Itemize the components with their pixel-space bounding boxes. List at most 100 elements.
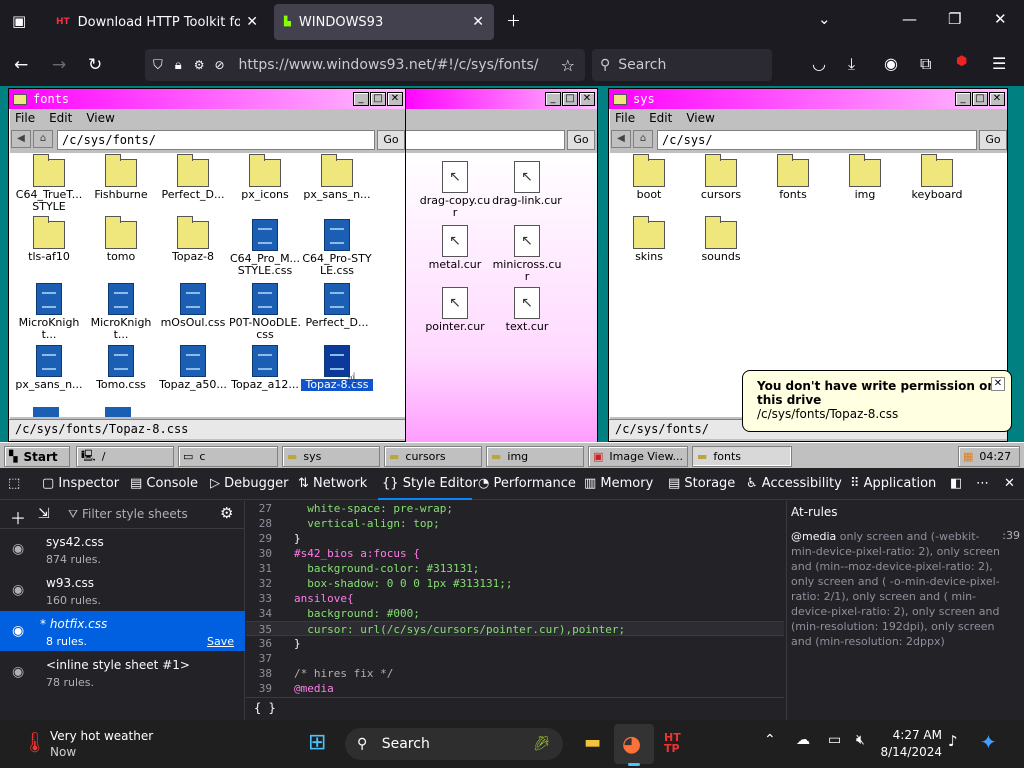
menu-edit[interactable]: Edit <box>649 111 672 125</box>
shield-icon[interactable]: ⛉ <box>153 58 163 73</box>
taskbar-item-image-viewer[interactable]: ▣ Image View... <box>588 446 688 467</box>
file-item[interactable]: Fishburne <box>85 154 157 201</box>
rss-icon[interactable]: ▦ <box>963 450 973 463</box>
tab-list-icon[interactable]: ▣ <box>12 12 26 30</box>
save-link[interactable]: Save <box>207 635 234 648</box>
menu-icon[interactable]: ☰ <box>992 54 1006 73</box>
chevron-up-icon[interactable]: ⌃ <box>764 732 776 748</box>
window-titlebar[interactable]: sys <box>609 89 1007 109</box>
http-toolkit-icon[interactable]: HT TP <box>664 732 681 754</box>
more-options-icon[interactable]: ⋯ <box>976 476 989 491</box>
back-icon[interactable]: ← <box>14 55 28 75</box>
sheet-inline[interactable]: ◉ <inline style sheet #1> 78 rules. <box>0 652 245 692</box>
extensions-icon[interactable]: ⧉ <box>920 54 931 74</box>
file-item[interactable]: Topaz_a12... <box>229 345 301 391</box>
menu-edit[interactable]: Edit <box>49 111 72 125</box>
css-editor[interactable]: 27 white-space: pre-wrap; 28 vertical-al… <box>246 501 784 695</box>
bell-icon[interactable]: ♪ <box>948 732 958 750</box>
tab-network[interactable]: ⇅ Network <box>298 476 367 491</box>
maximize-icon[interactable]: □ <box>562 92 578 106</box>
file-item[interactable]: ↖ drag-link.cur <box>491 161 563 207</box>
lock-icon[interactable]: 🔒︎ <box>175 58 182 73</box>
windows-search-box[interactable]: ⚲ Search 🌽︎ <box>345 728 563 760</box>
file-item[interactable]: ↖ drag-copy.cur <box>419 161 491 219</box>
folder-item[interactable]: keyboard <box>901 154 973 201</box>
new-tab-icon[interactable]: ＋ <box>506 10 521 31</box>
go-button[interactable]: Go <box>377 130 405 150</box>
new-sheet-icon[interactable]: ＋ <box>10 505 26 529</box>
minimize-icon[interactable]: — <box>902 10 917 28</box>
url-text[interactable]: https://www.windows93.net/#!/c/sys/fonts… <box>239 57 539 73</box>
file-item[interactable]: px_sans_n... <box>13 345 85 391</box>
mute-icon[interactable]: 🔇︎ <box>856 732 865 748</box>
permissions-icon[interactable]: ⚙ <box>194 58 205 72</box>
menu-view[interactable]: View <box>86 111 114 125</box>
weather-title[interactable]: Very hot weather <box>50 729 153 743</box>
file-item[interactable]: P0T-NOoDLE.css <box>229 283 301 341</box>
sheet-w93[interactable]: ◉ w93.css 160 rules. <box>0 570 245 610</box>
folder-item[interactable]: fonts <box>757 154 829 201</box>
file-item[interactable]: C64_Pro_M... STYLE.css <box>229 219 301 277</box>
file-explorer-icon[interactable]: ▬ <box>584 732 601 753</box>
no-autoplay-icon[interactable]: ⊘ <box>214 58 224 72</box>
folder-item[interactable]: sounds <box>685 216 757 263</box>
folder-item[interactable]: skins <box>613 216 685 263</box>
taskbar-item-root[interactable]: 🖳︎ / <box>76 446 174 467</box>
tab-windows93[interactable]: ▙ WINDOWS93 ✕ <box>274 4 494 40</box>
tab-console[interactable]: ▤ Console <box>130 476 198 491</box>
taskbar-item-fonts[interactable]: ▬ fonts <box>692 446 792 467</box>
minimize-icon[interactable]: _ <box>545 92 561 106</box>
close-icon[interactable]: ✕ <box>387 92 403 106</box>
close-icon[interactable]: ✕ <box>991 377 1005 391</box>
file-item[interactable]: C64_TrueT... STYLE <box>13 154 85 213</box>
media-rule-line[interactable]: :39 <box>1002 529 1020 542</box>
menu-view[interactable]: View <box>686 111 714 125</box>
bookmark-star-icon[interactable]: ☆ <box>561 56 575 75</box>
tab-debugger[interactable]: ▷ Debugger <box>210 476 289 491</box>
file-item[interactable]: ↖ metal.cur <box>419 225 491 271</box>
folder-item[interactable]: cursors <box>685 154 757 201</box>
file-item[interactable]: ↖ text.cur <box>491 287 563 333</box>
taskbar-item-img[interactable]: ▬ img <box>486 446 584 467</box>
tab-inspector[interactable]: ▢ Inspector <box>42 476 119 491</box>
os-date[interactable]: 8/14/2024 <box>880 745 942 759</box>
window-titlebar[interactable]: fonts <box>9 89 405 109</box>
close-icon[interactable]: ✕ <box>246 14 258 30</box>
file-item[interactable]: tomo <box>85 216 157 263</box>
chevron-down-icon[interactable]: ⌄ <box>818 10 831 28</box>
eye-icon[interactable]: ◉ <box>12 623 24 639</box>
address-field[interactable]: /c/sys/fonts/ <box>57 130 375 150</box>
filter-input[interactable]: Filter style sheets <box>82 507 188 521</box>
minimize-icon[interactable]: _ <box>353 92 369 106</box>
file-item[interactable]: MicroKnight... <box>13 283 85 341</box>
home-icon[interactable]: ⌂ <box>633 130 653 148</box>
downloads-icon[interactable]: ⤓ <box>848 54 855 74</box>
close-icon[interactable]: ✕ <box>472 14 484 30</box>
file-item[interactable]: Tomo.css <box>85 345 157 391</box>
gear-icon[interactable]: ⚙ <box>220 504 233 522</box>
forward-icon[interactable]: → <box>52 55 66 75</box>
back-icon[interactable]: ◀ <box>611 130 631 148</box>
pocket-icon[interactable]: ◡ <box>812 54 826 73</box>
sheet-hotfix[interactable]: ◉ * hotfix.css 8 rules. Save <box>0 611 245 651</box>
eye-icon[interactable]: ◉ <box>12 582 24 598</box>
tab-storage[interactable]: ▤ Storage <box>668 476 735 491</box>
start-button[interactable]: ▚ Start <box>4 446 70 467</box>
taskbar-item-sys[interactable]: ▬ sys <box>282 446 380 467</box>
file-item[interactable]: C64_Pro-STYLE.css <box>301 219 373 277</box>
dock-icon[interactable]: ◧ <box>950 476 962 491</box>
file-item[interactable]: ↖ pointer.cur <box>419 287 491 333</box>
close-devtools-icon[interactable]: ✕ <box>1004 476 1015 491</box>
address-field[interactable]: /c/sys/ <box>657 130 977 150</box>
media-rule[interactable]: @media only screen and (-webkit-min-devi… <box>791 529 1003 649</box>
tab-http-toolkit[interactable]: HT Download HTTP Toolkit for Win ✕ <box>46 4 268 40</box>
maximize-icon[interactable]: □ <box>972 92 988 106</box>
file-item[interactable]: Topaz_a50... <box>157 345 229 391</box>
taskbar-item-c[interactable]: ▭ c <box>178 446 278 467</box>
folder-item[interactable]: img <box>829 154 901 201</box>
tab-application[interactable]: ⠿ Application <box>850 476 936 491</box>
back-icon[interactable]: ◀ <box>11 130 31 148</box>
menu-file[interactable]: File <box>615 111 635 125</box>
home-icon[interactable]: ⌂ <box>33 130 53 148</box>
import-icon[interactable]: ⇲ <box>38 506 50 522</box>
